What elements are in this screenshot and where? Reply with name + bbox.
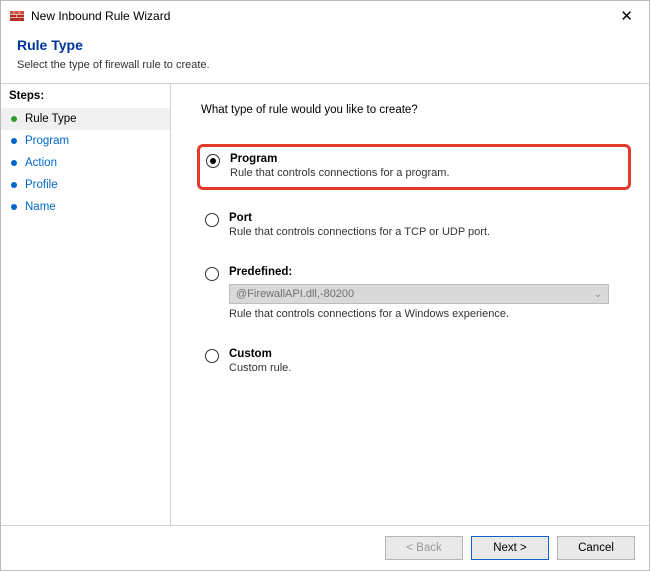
step-label: Action	[25, 157, 57, 169]
step-label: Program	[25, 135, 69, 147]
option-predefined[interactable]: Predefined: @FirewallAPI.dll,-80200 ⌄ Ru…	[201, 262, 627, 326]
wizard-header: Rule Type Select the type of firewall ru…	[1, 31, 649, 83]
bullet-icon	[11, 204, 17, 210]
step-action[interactable]: Action	[1, 152, 170, 174]
step-label: Name	[25, 201, 56, 213]
page-subtitle: Select the type of firewall rule to crea…	[17, 59, 633, 71]
title-bar: New Inbound Rule Wizard ✕	[1, 1, 649, 31]
option-port[interactable]: Port Rule that controls connections for …	[201, 208, 627, 244]
next-button[interactable]: Next >	[471, 536, 549, 560]
bullet-icon	[11, 160, 17, 166]
option-desc: Rule that controls connections for a TCP…	[229, 226, 490, 238]
step-program[interactable]: Program	[1, 130, 170, 152]
page-title: Rule Type	[17, 37, 633, 53]
option-desc: Rule that controls connections for a pro…	[230, 167, 450, 179]
predefined-select: @FirewallAPI.dll,-80200 ⌄	[229, 284, 609, 304]
bullet-icon	[11, 116, 17, 122]
window-title: New Inbound Rule Wizard	[31, 9, 170, 23]
radio-port[interactable]	[205, 213, 219, 227]
cancel-button[interactable]: Cancel	[557, 536, 635, 560]
bullet-icon	[11, 182, 17, 188]
option-label: Custom	[229, 348, 291, 360]
wizard-footer: < Back Next > Cancel	[1, 525, 649, 570]
back-button: < Back	[385, 536, 463, 560]
step-label: Profile	[25, 179, 58, 191]
option-custom[interactable]: Custom Custom rule.	[201, 344, 627, 380]
radio-predefined[interactable]	[205, 267, 219, 281]
step-rule-type[interactable]: Rule Type	[1, 108, 170, 130]
step-label: Rule Type	[25, 113, 77, 125]
option-label: Port	[229, 212, 490, 224]
option-desc: Rule that controls connections for a Win…	[229, 308, 609, 320]
option-label: Predefined:	[229, 266, 609, 278]
close-icon[interactable]: ✕	[614, 5, 639, 27]
predefined-select-value: @FirewallAPI.dll,-80200	[236, 288, 354, 300]
step-name[interactable]: Name	[1, 196, 170, 218]
step-profile[interactable]: Profile	[1, 174, 170, 196]
radio-custom[interactable]	[205, 349, 219, 363]
firewall-icon	[9, 8, 25, 24]
radio-program[interactable]	[206, 154, 220, 168]
option-program[interactable]: Program Rule that controls connections f…	[197, 144, 631, 190]
main-pane: Steps: Rule Type Program Action Profile …	[1, 84, 649, 525]
steps-label: Steps:	[1, 86, 170, 108]
steps-sidebar: Steps: Rule Type Program Action Profile …	[1, 84, 171, 525]
bullet-icon	[11, 138, 17, 144]
question-prompt: What type of rule would you like to crea…	[201, 104, 627, 116]
option-desc: Custom rule.	[229, 362, 291, 374]
option-label: Program	[230, 153, 450, 165]
chevron-down-icon: ⌄	[594, 289, 602, 300]
content-pane: What type of rule would you like to crea…	[171, 84, 649, 525]
